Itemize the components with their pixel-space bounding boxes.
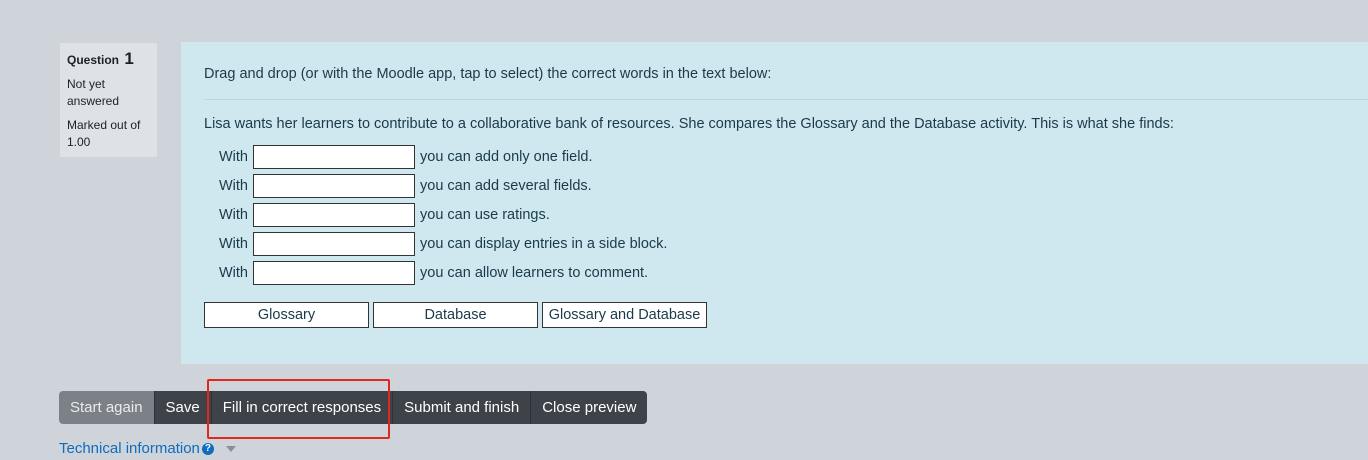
drop-zone-3[interactable] (253, 202, 415, 227)
question-intro: Lisa wants her learners to contribute to… (204, 116, 1174, 132)
drop-rows: With you can add only one field. With yo… (219, 142, 667, 287)
row-suffix: you can add only one field. (420, 148, 593, 165)
drop-row: With you can add only one field. (219, 142, 667, 171)
question-label: Question (67, 53, 120, 67)
drop-zone-1[interactable] (253, 144, 415, 169)
drag-choice-glossary[interactable]: Glossary (204, 302, 369, 328)
drop-row: With you can use ratings. (219, 200, 667, 229)
drag-choice-glossary-and-database[interactable]: Glossary and Database (542, 302, 707, 328)
technical-information: Technical information ? (59, 440, 236, 457)
row-prefix: With (219, 206, 248, 223)
question-preview-page: Question 1 Not yet answered Marked out o… (0, 0, 1368, 460)
question-circle-icon[interactable]: ? (201, 442, 214, 455)
question-grade: Marked out of 1.00 (67, 118, 141, 149)
drop-row: With you can display entries in a side b… (219, 229, 667, 258)
question-info-box: Question 1 Not yet answered Marked out o… (59, 42, 158, 158)
drop-zone-2[interactable] (253, 173, 415, 198)
question-number: 1 (124, 49, 134, 68)
submit-and-finish-button[interactable]: Submit and finish (392, 391, 531, 424)
drop-zone-4[interactable] (253, 231, 415, 256)
row-prefix: With (219, 177, 248, 194)
question-number-line: Question 1 (67, 49, 150, 70)
close-preview-button[interactable]: Close preview (530, 391, 648, 424)
row-suffix: you can display entries in a side block. (420, 235, 668, 252)
drag-choices: Glossary Database Glossary and Database (204, 302, 707, 328)
row-prefix: With (219, 148, 248, 165)
question-state: Not yet answered (67, 77, 120, 108)
drag-choice-database[interactable]: Database (373, 302, 538, 328)
technical-information-link[interactable]: Technical information (59, 440, 200, 457)
row-prefix: With (219, 235, 248, 252)
question-content: Drag and drop (or with the Moodle app, t… (181, 42, 1368, 364)
preview-action-buttons: Start again Save Fill in correct respons… (59, 391, 648, 424)
prompt-divider (204, 99, 1368, 100)
start-again-button[interactable]: Start again (59, 391, 154, 424)
question-prompt: Drag and drop (or with the Moodle app, t… (204, 66, 772, 82)
row-suffix: you can allow learners to comment. (420, 264, 649, 281)
drop-row: With you can add several fields. (219, 171, 667, 200)
drop-zone-5[interactable] (253, 260, 415, 285)
drop-row: With you can allow learners to comment. (219, 258, 667, 287)
fill-correct-responses-button[interactable]: Fill in correct responses (210, 391, 393, 424)
caret-down-icon[interactable] (225, 445, 236, 452)
save-button[interactable]: Save (153, 391, 211, 424)
row-suffix: you can add several fields. (420, 177, 592, 194)
row-prefix: With (219, 264, 248, 281)
row-suffix: you can use ratings. (420, 206, 550, 223)
